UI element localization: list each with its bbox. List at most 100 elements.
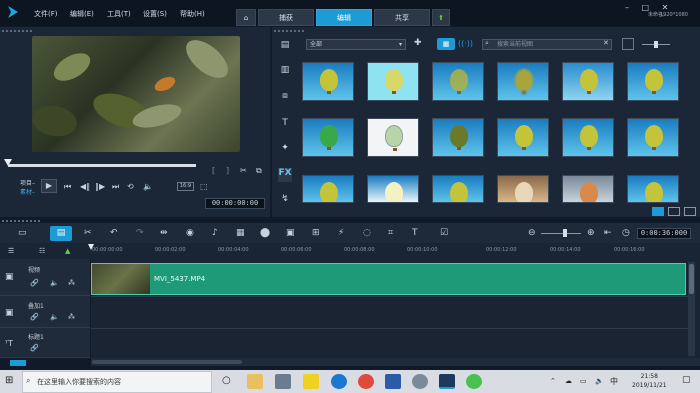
filter-thumbnail[interactable] [562,62,614,101]
panel-grip[interactable] [2,220,42,222]
playback-scrubber[interactable] [8,164,196,167]
checklist-icon[interactable]: ☑ [440,228,448,238]
link-icon[interactable]: 🔗 [30,279,39,287]
speaker-icon[interactable]: 🔈 [50,313,59,321]
filter-thumbnail[interactable] [302,118,354,157]
volume-icon[interactable]: 🔈 [143,182,153,191]
panel-grip[interactable] [2,30,32,32]
audio-mixer-icon[interactable]: ♪ [212,228,218,238]
subtitle-icon[interactable]: ▣ [286,228,295,238]
edge-icon[interactable] [331,374,347,389]
filter-thumbnail[interactable] [627,175,679,203]
repeat-icon[interactable]: ⟲ [127,182,134,191]
timeline-view-button[interactable]: ▤ [50,226,72,241]
link-icon[interactable]: 🔗 [30,344,39,352]
filter-thumbnail[interactable] [497,118,549,157]
tab-share[interactable]: 共享 [374,9,430,26]
next-frame-icon[interactable]: ‖▶ [95,182,105,191]
filter-thumbnail[interactable] [562,175,614,203]
crop-icon[interactable]: ⌗ [388,228,393,238]
mark-in-icon[interactable]: [ [212,166,215,175]
system-clock[interactable]: 21:58 2019/11/21 [632,372,667,390]
mark-out-icon[interactable]: ] [226,166,229,175]
zoom-slider-handle[interactable] [563,229,567,237]
tray-chevron-icon[interactable]: ⌃ [550,377,556,385]
speaker-tray-icon[interactable]: 🔈 [595,377,604,385]
video-track-header[interactable]: ▣ 视频 🔗 🔈 ⁂ [0,259,90,296]
thumbnail-size-icon[interactable] [622,38,634,50]
slider-handle[interactable] [654,41,658,48]
chapter-icon[interactable]: ☷ [39,247,45,255]
store-icon[interactable] [275,374,291,389]
filter-thumbnail[interactable] [367,118,419,157]
sticky-notes-icon[interactable] [303,374,319,389]
menu-help[interactable]: 帮助(H) [180,9,205,19]
redo-icon[interactable]: ↷ [136,228,144,238]
graphics-icon[interactable]: ✦ [278,143,292,157]
media-icon[interactable]: ▤ [278,40,292,54]
filter-thumbnail[interactable] [497,175,549,203]
go-start-icon[interactable]: ⏮ [64,182,71,192]
wechat-icon[interactable] [466,374,482,389]
add-marker-icon[interactable]: ▲ [65,247,70,255]
filter-thumbnail[interactable] [367,62,419,101]
filter-thumbnail[interactable] [497,62,549,101]
menu-tools[interactable]: 工具(T) [107,9,131,19]
link-icon[interactable]: 🔗 [30,313,39,321]
go-end-icon[interactable]: ⏭ [112,182,119,192]
filter-fx-tab[interactable]: FX [278,168,292,182]
record-icon[interactable]: ◉ [186,228,194,238]
overlay-track-header[interactable]: ▣ 叠加1 🔗 🔈 ⁂ [0,296,90,328]
filter-thumbnail[interactable] [302,175,354,203]
video-studio-taskbar-icon[interactable] [439,374,455,389]
timeline-timecode[interactable]: 0:00:36:000 [637,228,691,239]
motion-icon[interactable]: ▦ [236,228,245,238]
filter-thumbnail[interactable] [432,118,484,157]
tab-edit[interactable]: 编辑 [316,9,372,26]
close-icon[interactable]: ✕ [662,3,669,12]
library-filter-dropdown[interactable]: 全部 ▾ [306,39,406,50]
chrome-icon[interactable] [358,374,374,389]
panel-grip[interactable] [274,30,304,32]
filter-thumbnail[interactable] [432,175,484,203]
grid-icon[interactable]: ⁂ [68,313,75,321]
taskbar-search-input[interactable]: 在这里输入你要搜索的内容 [22,371,212,393]
fit-icon[interactable]: ⇹ [160,228,168,238]
instant-project-icon[interactable]: ▥ [278,65,292,79]
menu-settings[interactable]: 设置(S) [143,9,167,19]
list-view-icon[interactable] [652,207,664,216]
minimize-icon[interactable]: – [625,3,629,12]
track-manager-icon[interactable]: ☰ [8,247,14,255]
storyboard-view-icon[interactable]: ▭ [18,228,27,238]
notification-icon[interactable]: ▢ [682,375,691,385]
zoom-slider[interactable] [541,233,581,234]
play-button[interactable]: ▶ [41,179,57,193]
filter-thumbnail[interactable] [562,118,614,157]
filter-thumbnail[interactable] [432,62,484,101]
grid-icon[interactable]: ⁂ [68,279,75,287]
fullscreen-icon[interactable]: ⬚ [200,182,208,191]
snapshot-icon[interactable]: ⧉ [256,166,262,176]
cloud-icon[interactable]: ☁ [565,377,572,385]
ime-indicator[interactable]: 中 [610,376,618,387]
multicam-icon[interactable]: ⊞ [312,228,320,238]
path-icon[interactable]: ↯ [278,194,292,208]
prev-frame-icon[interactable]: ◀‖ [80,182,90,191]
add-folder-icon[interactable]: ✚ [414,38,422,48]
zoom-in-icon[interactable]: ⊕ [587,228,595,238]
split-icon[interactable]: ✂ [240,166,247,175]
transition-icon[interactable]: ⧈ [278,91,292,105]
filter-thumbnail[interactable] [627,118,679,157]
library-search-input[interactable]: 搜索当前视图 [482,39,612,50]
project-mode[interactable]: 项目– [20,178,35,187]
media-view-toggle[interactable]: ▦ [437,38,455,50]
h-scrollbar-thumb[interactable] [92,360,242,364]
enlarge-track-icon[interactable] [10,360,26,366]
tab-capture[interactable]: 捕获 [258,9,314,26]
network-icon[interactable]: ▭ [580,377,587,385]
fit-project-icon[interactable]: ⇤ [604,228,612,238]
menu-edit[interactable]: 编辑(E) [70,9,94,19]
speed-icon[interactable]: ⚡ [338,228,344,238]
home-tab[interactable]: ⌂ [236,9,256,26]
menu-file[interactable]: 文件(F) [34,9,58,19]
